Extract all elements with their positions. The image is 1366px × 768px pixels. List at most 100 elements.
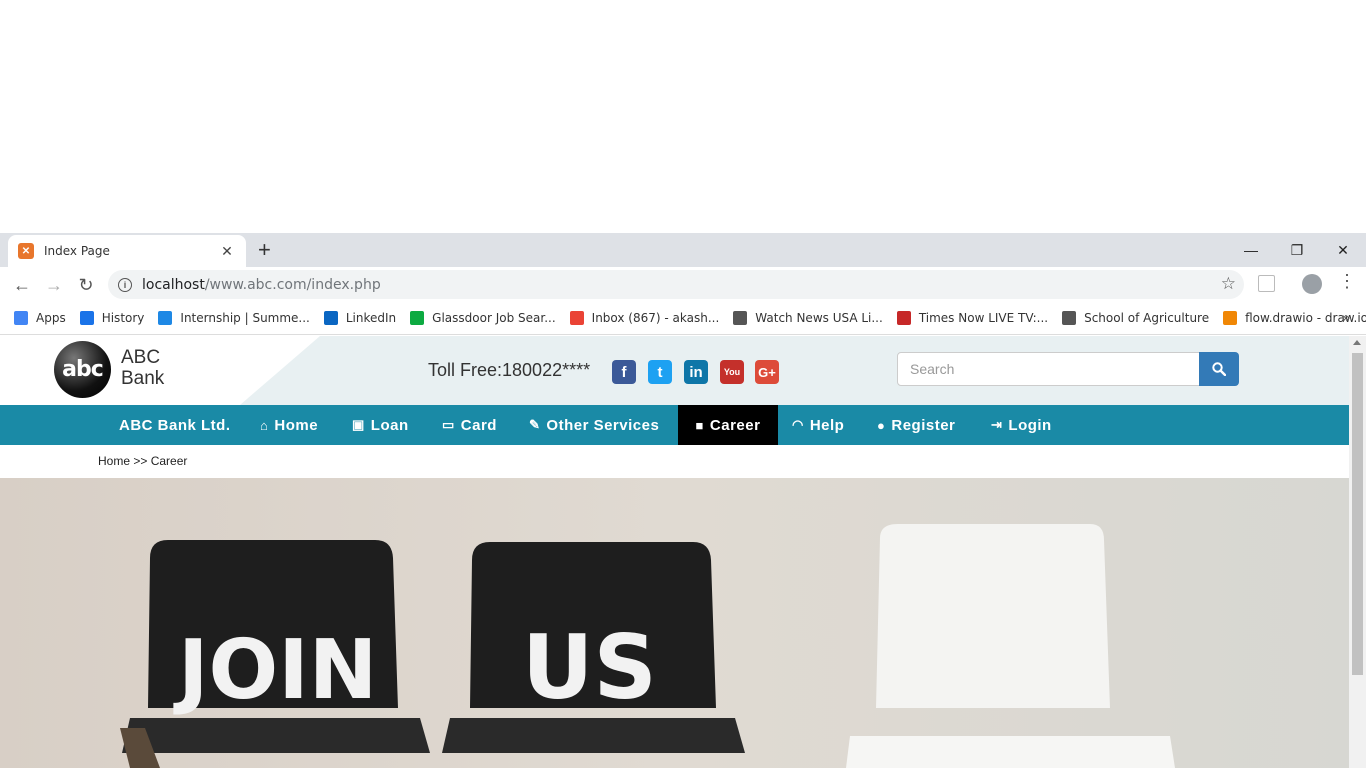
bookmark-item[interactable]: Times Now LIVE TV:... <box>896 310 1049 325</box>
hero-image: JOIN US <box>0 478 1349 768</box>
nav-icon: ■ <box>695 417 704 433</box>
nav-career[interactable]: ■ Career <box>678 405 778 445</box>
breadcrumb: Home >> Career <box>98 454 188 468</box>
xampp-favicon-icon: ✕ <box>18 243 34 259</box>
twitter-icon[interactable]: t <box>648 360 672 384</box>
main-nav: ABC Bank Ltd. ⌂ Home ▣ Loan ▭ Card ✎ Other Servi… <box>0 405 1349 445</box>
bookmark-label: Inbox (867) - akash... <box>591 310 720 325</box>
browser-menu-icon[interactable]: ⋮ <box>1338 271 1356 292</box>
bookmarks-bar: Apps History Internship | Summe... LinkedIn… <box>0 301 1366 335</box>
social-glyph: You <box>723 367 741 377</box>
nav-label: Register <box>891 416 956 434</box>
nav-other-services[interactable]: ✎ Other Services <box>517 405 671 445</box>
bookmark-item[interactable]: Watch News USA Li... <box>733 310 883 325</box>
search-input[interactable]: Search <box>897 352 1200 386</box>
nav-abc-bank-ltd[interactable]: ABC Bank Ltd. <box>107 405 243 445</box>
extension-icon[interactable] <box>1258 275 1275 292</box>
nav-login[interactable]: ⇥ Login <box>979 405 1064 445</box>
browser-tabstrip: ✕ Index Page ✕ + — ❐ ✕ <box>0 233 1366 267</box>
hero-text-us: US <box>522 616 657 719</box>
linkedin-icon[interactable]: in <box>684 360 708 384</box>
close-window-icon[interactable]: ✕ <box>1320 237 1366 263</box>
join-us-chairs-image: JOIN US <box>120 524 1175 768</box>
nav-home[interactable]: ⌂ Home <box>248 405 330 445</box>
facebook-icon[interactable]: f <box>612 360 636 384</box>
minimize-icon[interactable]: — <box>1228 237 1274 263</box>
nav-label: Home <box>274 416 319 434</box>
nav-icon: ◠ <box>792 417 804 432</box>
page-scrollbar[interactable] <box>1349 336 1366 768</box>
tab-title: Index Page <box>44 244 110 258</box>
profile-avatar-icon[interactable] <box>1302 274 1322 294</box>
google-icon <box>569 310 584 325</box>
scroll-up-arrow-icon[interactable] <box>1353 340 1361 345</box>
logo-line-1: ABC <box>121 347 161 368</box>
times-now-icon <box>896 310 911 325</box>
internshala-icon <box>158 310 173 325</box>
search-icon <box>1212 362 1226 376</box>
new-tab-icon[interactable]: + <box>258 239 271 261</box>
top-blank-area <box>0 0 1366 233</box>
globe-icon <box>1062 310 1077 325</box>
logo-text[interactable]: ABC Bank <box>121 347 164 389</box>
logo-mark: abc <box>62 357 104 382</box>
bookmark-item[interactable]: Apps <box>14 310 66 325</box>
nav-card[interactable]: ▭ Card <box>430 405 509 445</box>
bookmark-label: Times Now LIVE TV:... <box>918 310 1049 325</box>
page-viewport: abc ABC Bank Toll Free:180022**** f t in Yo… <box>0 336 1366 768</box>
bookmark-item[interactable]: Glassdoor Job Sear... <box>410 310 556 325</box>
search-placeholder: Search <box>910 361 955 377</box>
toll-free-text: Toll Free:180022**** <box>428 360 591 380</box>
bookmark-item[interactable]: Inbox (867) - akash... <box>569 310 720 325</box>
back-icon[interactable]: ← <box>10 273 34 297</box>
search-button[interactable] <box>1199 352 1239 386</box>
tab-close-icon[interactable]: ✕ <box>218 243 236 260</box>
nav-icon: ● <box>877 417 886 433</box>
hero-text-join: JOIN <box>173 623 377 718</box>
nav-label: Login <box>1008 416 1052 434</box>
info-icon[interactable]: i <box>118 277 132 292</box>
url-host: localhost <box>142 276 205 293</box>
nav-icon: ⇥ <box>991 417 1003 432</box>
history-icon <box>79 310 94 325</box>
bookmark-label: Apps <box>36 310 66 325</box>
browser-tab[interactable]: ✕ Index Page ✕ <box>8 235 246 267</box>
bookmark-label: History <box>101 310 145 325</box>
abc-logo-icon[interactable]: abc <box>54 341 111 398</box>
globe-icon <box>733 310 748 325</box>
bookmark-star-icon[interactable]: ☆ <box>1221 274 1236 294</box>
nav-label: Loan <box>370 416 409 434</box>
nav-label: Card <box>460 416 497 434</box>
bookmark-label: School of Agriculture <box>1084 310 1210 325</box>
bookmark-label: Internship | Summe... <box>180 310 310 325</box>
social-glyph: G+ <box>758 364 776 380</box>
nav-register[interactable]: ● Register <box>865 405 967 445</box>
glassdoor-icon <box>410 310 425 325</box>
bookmark-label: Glassdoor Job Sear... <box>432 310 556 325</box>
bookmark-item[interactable]: School of Agriculture <box>1062 310 1210 325</box>
bookmark-item[interactable]: LinkedIn <box>323 310 397 325</box>
nav-icon: ⌂ <box>260 417 269 433</box>
bookmark-item[interactable]: Internship | Summe... <box>158 310 310 325</box>
nav-loan[interactable]: ▣ Loan <box>340 405 421 445</box>
forward-icon[interactable]: → <box>42 273 66 297</box>
nav-label: Other Services <box>546 416 660 434</box>
logo-line-2: Bank <box>121 368 165 389</box>
nav-icon: ✎ <box>529 417 541 432</box>
nav-label: ABC Bank Ltd. <box>119 416 231 434</box>
nav-help[interactable]: ◠ Help <box>780 405 856 445</box>
bookmark-item[interactable]: History <box>79 310 145 325</box>
nav-label: Help <box>809 416 845 434</box>
bookmark-label: LinkedIn <box>345 310 397 325</box>
drawio-icon <box>1223 310 1238 325</box>
more-bookmarks-icon[interactable]: » <box>1342 309 1350 325</box>
reload-icon[interactable]: ↻ <box>74 273 98 297</box>
nav-label: Career <box>709 416 761 434</box>
google-plus-icon[interactable]: G+ <box>755 360 779 384</box>
youtube-icon[interactable]: You <box>720 360 744 384</box>
scroll-thumb[interactable] <box>1352 353 1363 675</box>
nav-icon: ▭ <box>442 417 455 432</box>
address-bar[interactable]: i localhost/www.abc.com/index.php ☆ <box>108 270 1244 299</box>
restore-icon[interactable]: ❐ <box>1274 237 1320 263</box>
social-glyph: t <box>657 363 663 381</box>
